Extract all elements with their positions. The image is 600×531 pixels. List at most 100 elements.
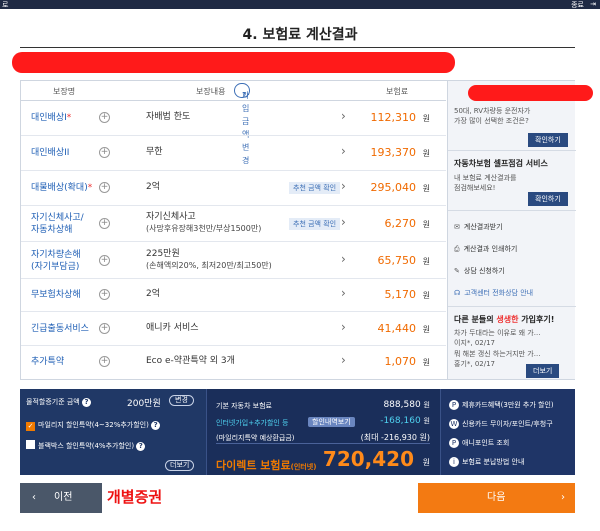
table-row[interactable]: 자기차량손해 (자기부담금) + 225만원 (손해액의20%, 최저20만/최고5… <box>21 242 446 279</box>
plus-icon[interactable]: + <box>99 289 110 300</box>
premium-value: 5,170 <box>384 288 417 301</box>
chevron-right-icon[interactable]: › <box>341 215 346 229</box>
next-button[interactable]: 다음 › <box>418 483 575 513</box>
coverage-table: 보장명 보장내용 ↻ 가입금액 변경 보험료 대인배상I* + 자배법 한도 ›… <box>20 80 593 380</box>
premium-value: 112,310 <box>370 111 417 124</box>
premium-value: 41,440 <box>377 322 417 335</box>
anypoint-link[interactable]: P 애니포인트 조회 <box>449 438 509 448</box>
table-row[interactable]: 대인배상I* + 자배법 한도 › 112,310 원 <box>21 101 446 136</box>
call-center-link[interactable]: ☊ 고객센터 전화상담 안내 <box>454 288 533 298</box>
prev-button[interactable]: ‹ 이전 <box>20 483 102 513</box>
property-damage-amount: 200만원 <box>127 399 161 409</box>
coverage-name: 추가특약 <box>31 357 65 367</box>
edit-icon: ✎ <box>454 267 460 275</box>
mileage-refund-value: (최대 -216,930 원) <box>360 433 430 442</box>
installment-guide-link[interactable]: i 보험료 분납방법 안내 <box>449 457 524 467</box>
currency-unit: 원 <box>422 358 430 367</box>
change-coverage-button[interactable]: ↻ 가입금액 변경 <box>234 83 250 165</box>
help-icon[interactable]: ? <box>81 398 91 407</box>
benefits-list: P 제휴카드혜택(3만원 추가 할인) W 신용카드 무이자/포인트/후청구 P 애니… <box>440 389 575 475</box>
property-damage-change-button[interactable]: 변경 <box>169 395 194 406</box>
chevron-right-icon[interactable]: › <box>341 109 346 123</box>
side-panel: 50대, RV차량등 운전자가 가장 많이 선택한 조건은? 확인하기 자동차보험… <box>447 81 593 379</box>
recommend-amount-button[interactable]: 추천 금액 확인 <box>289 218 341 230</box>
print-result-link[interactable]: ⎙ 계산결과 인쇄하기 <box>454 244 517 254</box>
credit-card-link[interactable]: W 신용카드 무이자/포인트/후청구 <box>449 419 553 429</box>
top-bar: 로 종료 ⇥ <box>0 0 600 9</box>
chevron-right-icon[interactable]: › <box>341 353 346 367</box>
coverage-detail: 자배법 한도 <box>146 112 191 122</box>
checkbox-checked[interactable]: ✓ <box>26 422 35 431</box>
prev-button-label: 이전 <box>54 492 73 503</box>
coverage-name: 긴급출동서비스 <box>31 324 89 334</box>
currency-unit: 원 <box>422 325 430 334</box>
exit-button[interactable]: 종료 <box>571 0 584 10</box>
chevron-right-icon[interactable]: › <box>341 320 346 334</box>
premium-value: 65,750 <box>377 254 417 267</box>
coverage-detail: 2억 <box>146 289 161 299</box>
chevron-right-icon[interactable]: › <box>341 179 346 193</box>
plus-icon[interactable]: + <box>99 323 110 334</box>
point-icon: P <box>449 400 459 410</box>
discount-label: 인터넷가입+추가할인 등 <box>216 419 289 427</box>
header-premium: 보험료 <box>386 87 409 96</box>
premium-value: 193,370 <box>370 146 417 159</box>
reviews-more-button[interactable]: 더보기 <box>526 364 560 378</box>
chevron-right-icon[interactable]: › <box>341 286 346 300</box>
table-row[interactable]: 대인배상II + 무한 › 193,370 원 <box>21 136 446 171</box>
checkbox-unchecked[interactable] <box>26 440 35 449</box>
table-header: 보장명 보장내용 ↻ 가입금액 변경 보험료 <box>21 81 446 165</box>
help-icon[interactable]: ? <box>136 442 146 451</box>
plus-icon[interactable]: + <box>99 255 110 266</box>
header-coverage-name: 보장명 <box>53 87 76 96</box>
table-row[interactable]: 긴급출동서비스 + 애니카 서비스 › 41,440 원 <box>21 312 446 346</box>
currency-unit: 원 <box>422 257 430 266</box>
reviews-title: 다른 분들의 생생한 가입후기! <box>454 315 555 324</box>
currency-unit: 원 <box>422 149 430 158</box>
chevron-left-icon: ‹ <box>32 492 36 503</box>
quick-links: ✉ 계산결과받기 ⎙ 계산결과 인쇄하기 ✎ 상담 신청하기 ☊ 고객센터 전화상담 안… <box>448 211 576 307</box>
review-item[interactable]: 차가 두대라는 이유로 왜 가... 이지*, 02/17 <box>454 328 540 348</box>
self-check-text: 내 보험료 계산결과를 점검해보세요! <box>454 174 517 192</box>
exit-icon[interactable]: ⇥ <box>590 0 596 8</box>
plus-icon[interactable]: + <box>99 356 110 367</box>
header-coverage-detail: 보장내용 <box>196 87 226 96</box>
reviews-section: 다른 분들의 생생한 가입후기! 차가 두대라는 이유로 왜 가... 이지*, … <box>448 307 576 379</box>
coverage-detail: 애니카 서비스 <box>146 323 199 333</box>
premium-value: 295,040 <box>370 181 417 194</box>
consult-request-link[interactable]: ✎ 상담 신청하기 <box>454 266 505 276</box>
chevron-right-icon[interactable]: › <box>341 144 346 158</box>
plus-icon[interactable]: + <box>99 182 110 193</box>
get-result-link[interactable]: ✉ 계산결과받기 <box>454 222 503 232</box>
coverage-name: 무보험차상해 <box>31 290 81 300</box>
mileage-option[interactable]: ✓ 마일리지 할인특약(4~32%추가할인) ? <box>26 420 161 431</box>
card-benefit-link[interactable]: P 제휴카드혜택(3만원 추가 할인) <box>449 400 554 410</box>
table-row[interactable]: 대물배상(확대)* + 2억 추천 금액 확인 › 295,040 원 <box>21 171 446 206</box>
self-check-confirm-button[interactable]: 확인하기 <box>528 192 568 206</box>
chevron-right-icon[interactable]: › <box>341 252 346 266</box>
mail-icon: ✉ <box>454 223 460 231</box>
options-more-button[interactable]: 더보기 <box>165 460 195 471</box>
coverage-name: 대인배상II <box>31 148 70 158</box>
coverage-detail: 자기신체사고 (사망후유장해3천만/부상1500만) <box>146 212 262 233</box>
premium-value: 6,270 <box>384 217 417 230</box>
promo-text: 50대, RV차량등 운전자가 가장 많이 선택한 조건은? <box>454 107 531 125</box>
table-row[interactable]: 무보험차상해 + 2억 › 5,170 원 <box>21 279 446 312</box>
property-damage-label: 물적할증기준 금액 ? <box>26 397 91 407</box>
promo-confirm-button[interactable]: 확인하기 <box>528 133 568 147</box>
table-row[interactable]: 자기신체사고/자동차상해 + 자기신체사고 (사망후유장해3천만/부상1500만)… <box>21 206 446 242</box>
self-check-title: 자동차보험 셀프점검 서비스 <box>454 159 548 168</box>
plus-icon[interactable]: + <box>99 112 110 123</box>
page-title: 4. 보험료 계산결과 <box>242 27 358 43</box>
blackbox-option[interactable]: 블랙박스 할인특약(4%추가할인) ? <box>26 440 146 451</box>
broker-label: 개별증권 <box>107 488 163 506</box>
plus-icon[interactable]: + <box>99 147 110 158</box>
plus-icon[interactable]: + <box>99 218 110 229</box>
table-row[interactable]: 추가특약 + Eco e-약관특약 외 3개 › 1,070 원 <box>21 346 446 379</box>
promo-section: 50대, RV차량등 운전자가 가장 많이 선택한 조건은? 확인하기 <box>448 81 593 151</box>
redacted-promo-bar <box>468 85 593 101</box>
recommend-amount-button[interactable]: 추천 금액 확인 <box>289 182 341 194</box>
currency-unit: 원 <box>422 220 430 229</box>
discount-details-button[interactable]: 할인내역보기 <box>308 417 355 427</box>
help-icon[interactable]: ? <box>151 421 161 430</box>
